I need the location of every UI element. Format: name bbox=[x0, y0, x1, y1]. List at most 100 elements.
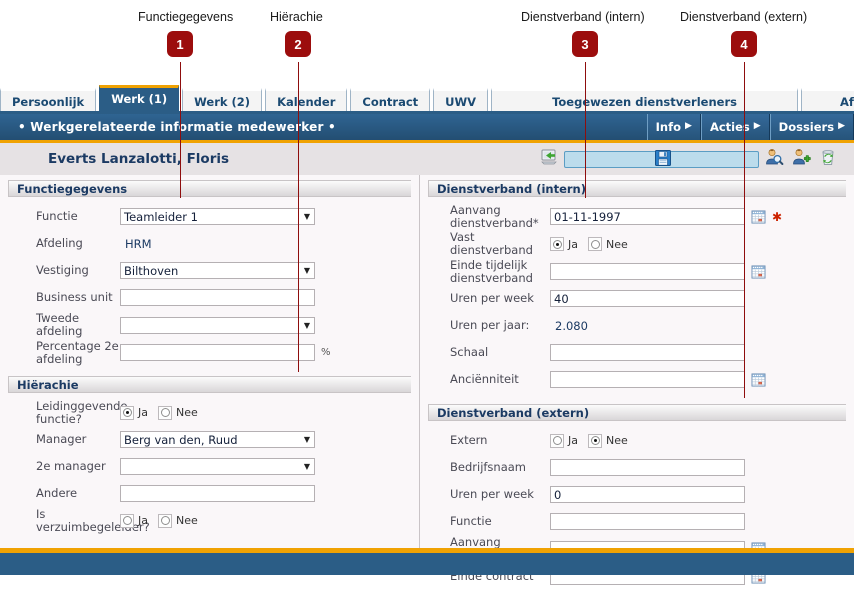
section-hierachie: Leidinggevende functie? Ja Nee Manager Berg … bbox=[0, 393, 419, 536]
select-functie[interactable]: Teamleider 1 ▼ bbox=[120, 208, 315, 225]
input-bedrijfsnaam[interactable] bbox=[550, 459, 745, 476]
header-menu-dossiers[interactable]: Dossiers ▶ bbox=[769, 114, 854, 140]
label-manager: Manager bbox=[36, 432, 87, 446]
control-einde-tijdelijk-dienstverband bbox=[550, 263, 766, 280]
select-vestiging[interactable]: Bilthoven ▼ bbox=[120, 262, 315, 279]
field-row-business-unit: Business unit bbox=[0, 284, 419, 311]
input-percentage-2e-afdeling[interactable] bbox=[120, 344, 315, 361]
radio-is-verzuimbegeleider-no[interactable] bbox=[158, 513, 172, 528]
control-anci-nniteit bbox=[550, 371, 766, 388]
field-row-tweede-afdeling: Tweede afdeling ▼ bbox=[0, 311, 419, 339]
field-row-schaal: Schaal bbox=[420, 339, 854, 366]
chevron-down-icon: ▼ bbox=[303, 212, 311, 221]
section-title-intern: Dienstverband (intern) bbox=[428, 180, 846, 197]
field-row-uren-per-week: Uren per week bbox=[420, 285, 854, 312]
radio-vast-dienstverband-no[interactable] bbox=[588, 237, 602, 251]
control-uren-per-jaar: 2.080 bbox=[550, 319, 588, 333]
select-manager-value: Berg van den, Ruud bbox=[124, 432, 238, 447]
input-uren-per-week[interactable] bbox=[550, 290, 745, 307]
input-schaal[interactable] bbox=[550, 344, 745, 361]
toolbar-search-user-button[interactable] bbox=[762, 147, 786, 171]
calendar-picker-aanvang-dienstverband[interactable] bbox=[751, 209, 766, 224]
control-functie: Teamleider 1 ▼ bbox=[120, 208, 315, 225]
calendar-picker-einde-tijdelijk-dienstverband[interactable] bbox=[751, 264, 766, 279]
header-menu-info[interactable]: Info ▶ bbox=[646, 114, 701, 140]
toolbar-back-screen-button[interactable] bbox=[537, 147, 561, 171]
toolbar-save-floppy-button[interactable] bbox=[564, 149, 759, 168]
radio-extern-no[interactable] bbox=[588, 433, 602, 448]
section-title-hierachie: Hiërachie bbox=[8, 376, 411, 393]
select-manager[interactable]: Berg van den, Ruud ▼ bbox=[120, 431, 315, 448]
tab-persoonlijk[interactable]: Persoonlijk bbox=[0, 88, 97, 111]
page-title: • Werkgerelateerde informatie medewerker… bbox=[18, 120, 336, 134]
calendar-icon bbox=[751, 209, 766, 224]
radio-extern-yes[interactable] bbox=[550, 433, 564, 448]
input-anci-nniteit[interactable] bbox=[550, 371, 745, 388]
input-einde-tijdelijk-dienstverband[interactable] bbox=[550, 263, 745, 280]
calendar-icon bbox=[751, 264, 766, 279]
label-andere: Andere bbox=[36, 486, 78, 500]
calendar-picker-anci-nniteit[interactable] bbox=[751, 372, 766, 387]
radio-leidinggevende-functie-no[interactable] bbox=[158, 405, 172, 420]
tab-uwv[interactable]: UWV bbox=[433, 88, 489, 111]
tab-contract[interactable]: Contract bbox=[350, 88, 431, 111]
form-body: Functiegegevens Functie Teamleider 1 ▼ Afde… bbox=[0, 175, 854, 585]
header-menu-group: Info ▶ Acties ▶ Dossiers ▶ bbox=[646, 114, 854, 140]
callout-label-dienstverband-extern: Dienstverband (extern) bbox=[680, 10, 808, 24]
required-asterisk: ✱ bbox=[772, 209, 783, 224]
tab-afdelingshistorie[interactable]: Afdelingshistorie bbox=[800, 88, 854, 111]
field-row-aanvang-dienstverband: Aanvang dienstverband* ✱ bbox=[420, 203, 854, 230]
chevron-down-icon: ▼ bbox=[303, 266, 311, 275]
value-afdeling: HRM bbox=[125, 236, 152, 251]
label-uren-per-jaar: Uren per jaar: bbox=[450, 318, 530, 332]
control-aanvang-dienstverband: ✱ bbox=[550, 208, 782, 225]
header-menu-acties[interactable]: Acties ▶ bbox=[700, 114, 770, 140]
chevron-right-icon: ▶ bbox=[838, 120, 845, 131]
field-row-functie: Functie bbox=[420, 508, 854, 535]
chevron-down-icon: ▼ bbox=[303, 320, 311, 330]
input-aanvang-dienstverband[interactable] bbox=[550, 208, 745, 225]
input-andere[interactable] bbox=[120, 485, 315, 502]
radio-vast-dienstverband-yes[interactable] bbox=[550, 237, 564, 251]
callout-label-hi-rachie: Hiërachie bbox=[270, 10, 323, 24]
label-bedrijfsnaam: Bedrijfsnaam bbox=[450, 460, 527, 474]
main-tab-bar: Persoonlijk Werk (1) Werk (2) Kalender Contr… bbox=[0, 85, 854, 114]
control-functie bbox=[550, 513, 745, 530]
control-manager: Berg van den, Ruud ▼ bbox=[120, 431, 315, 448]
tab-werk-1[interactable]: Werk (1) bbox=[99, 85, 180, 111]
input-functie[interactable] bbox=[550, 513, 745, 530]
input-uren-per-week[interactable] bbox=[550, 486, 745, 503]
select-tweede-afdeling[interactable]: ▼ bbox=[120, 316, 315, 334]
label-vestiging: Vestiging bbox=[36, 263, 89, 277]
tab-kalender[interactable]: Kalender bbox=[265, 88, 348, 111]
radio-leidinggevende-functie-yes-label: Ja bbox=[138, 406, 148, 419]
control-uren-per-week bbox=[550, 486, 745, 503]
radio-is-verzuimbegeleider-yes[interactable] bbox=[120, 513, 134, 528]
select-functie-value: Teamleider 1 bbox=[124, 209, 198, 224]
tab-toegewezen-dienstverleners[interactable]: Toegewezen dienstverleners bbox=[491, 88, 798, 111]
search-user-icon bbox=[764, 147, 784, 171]
toolbar-delete-recycle-button[interactable] bbox=[816, 147, 840, 171]
callout-leader-line-1 bbox=[180, 62, 181, 198]
label-business-unit: Business unit bbox=[36, 290, 113, 304]
value-uren-per-jaar: 2.080 bbox=[555, 318, 588, 333]
chevron-down-icon: ▼ bbox=[303, 435, 311, 444]
select-2e-manager[interactable]: ▼ bbox=[120, 458, 315, 475]
application-window: Functiegegevens 1 Hiërachie 2 Dienstverband … bbox=[0, 0, 854, 585]
callout-badge-3: 3 bbox=[572, 31, 598, 57]
field-row-bedrijfsnaam: Bedrijfsnaam bbox=[420, 454, 854, 481]
callout-badge-2: 2 bbox=[285, 31, 311, 57]
toolbar-add-user-button[interactable] bbox=[789, 147, 813, 171]
input-business-unit[interactable] bbox=[120, 289, 315, 306]
radio-vast-dienstverband-no-label: Nee bbox=[606, 237, 628, 251]
label-functie: Functie bbox=[450, 514, 492, 528]
field-row-percentage-2e-afdeling: Percentage 2e afdeling% bbox=[0, 339, 419, 366]
right-column: Dienstverband (intern) Aanvang dienstver… bbox=[420, 175, 854, 585]
tab-werk-2[interactable]: Werk (2) bbox=[182, 88, 263, 111]
callout-leader-line-4 bbox=[744, 62, 745, 398]
section-dienstverband-intern: Aanvang dienstverband* ✱ Vast dienstverban… bbox=[420, 197, 854, 395]
page-header-bar: • Werkgerelateerde informatie medewerker… bbox=[0, 114, 854, 140]
control-uren-per-week bbox=[550, 290, 745, 307]
field-row-afdeling: Afdeling HRM bbox=[0, 230, 419, 257]
radio-leidinggevende-functie-yes[interactable] bbox=[120, 405, 134, 420]
